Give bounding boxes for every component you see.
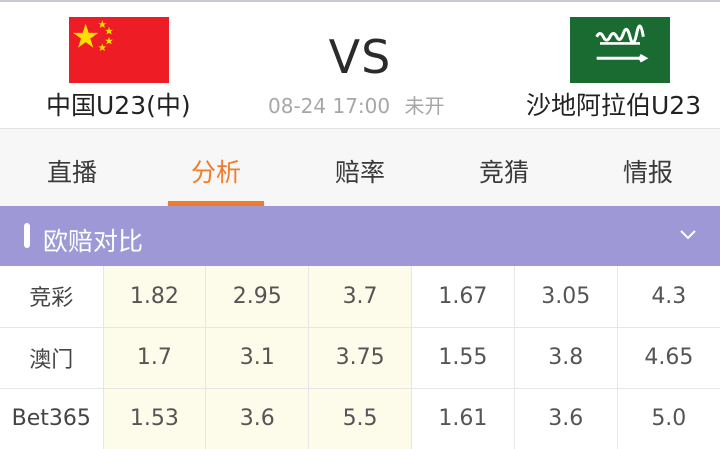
saudi-arabia-flag-icon (570, 17, 670, 83)
odds-cell: 5.5 (308, 388, 412, 449)
odds-cell: 1.55 (411, 327, 515, 389)
odds-cell: 4.3 (617, 266, 720, 328)
odds-cell: 3.8 (514, 327, 618, 389)
away-team[interactable]: 沙地阿拉伯U23 (520, 2, 720, 128)
tab-guess[interactable]: 竞猜 (432, 129, 576, 206)
tab-odds[interactable]: 赔率 (288, 129, 432, 206)
table-row[interactable]: 竞彩 1.82 2.95 3.7 1.67 3.05 4.3 (0, 266, 720, 328)
odds-cell: 3.7 (308, 266, 412, 328)
odds-cell: 5.0 (617, 388, 720, 449)
company-name: 竞彩 (0, 266, 104, 328)
match-header: 中国U23(中) VS 08-24 17:00 未开 沙地阿拉伯U23 (0, 2, 720, 128)
odds-cell: 1.67 (411, 266, 515, 328)
home-team-name: 中国U23(中) (46, 91, 191, 120)
odds-cell: 3.05 (514, 266, 618, 328)
odds-cell: 3.75 (308, 327, 412, 389)
match-date-time: 08-24 17:00 (268, 94, 391, 118)
table-row[interactable]: Bet365 1.53 3.6 5.5 1.61 3.6 5.0 (0, 388, 720, 449)
odds-cell: 2.95 (205, 266, 310, 328)
tab-intel[interactable]: 情报 (576, 129, 720, 206)
odds-cell: 1.82 (103, 266, 207, 328)
tab-bar: 直播 分析 赔率 竞猜 情报 (0, 129, 720, 206)
chevron-down-icon[interactable] (678, 224, 698, 244)
section-title: 欧赔对比 (43, 227, 144, 256)
match-time: 08-24 17:00 未开 (268, 90, 452, 119)
match-status: 未开 (404, 94, 445, 118)
company-name: 澳门 (0, 327, 104, 389)
odds-cell: 3.6 (514, 388, 618, 449)
odds-cell: 1.53 (103, 388, 207, 449)
odds-table: 竞彩 1.82 2.95 3.7 1.67 3.05 4.3 澳门 1.7 3.… (0, 266, 720, 449)
odds-cell: 1.61 (411, 388, 515, 449)
tab-live[interactable]: 直播 (0, 129, 144, 206)
odds-cell: 1.7 (103, 327, 207, 389)
section-marker (24, 223, 30, 248)
table-row[interactable]: 澳门 1.7 3.1 3.75 1.55 3.8 4.65 (0, 327, 720, 389)
odds-cell: 3.1 (205, 327, 310, 389)
odds-cell: 4.65 (617, 327, 720, 389)
odds-cell: 3.6 (205, 388, 310, 449)
company-name: Bet365 (0, 388, 104, 449)
tab-analysis[interactable]: 分析 (144, 129, 288, 206)
away-team-name: 沙地阿拉伯U23 (526, 91, 702, 120)
section-header-euro-odds[interactable]: 欧赔对比 (0, 206, 720, 266)
